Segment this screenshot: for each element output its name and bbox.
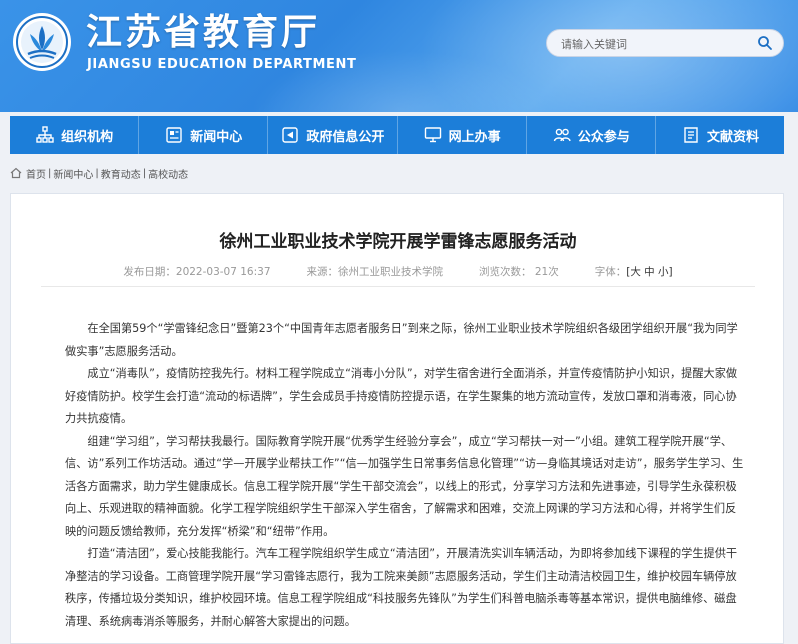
breadcrumb-home[interactable]: 首页 bbox=[26, 166, 46, 181]
article-body: 在全国第59个“学雷锋纪念日”暨第23个“中国青年志愿者服务日”到来之际，徐州工… bbox=[65, 318, 745, 633]
article-paragraph: 成立“消毒队”，疫情防控我先行。材料工程学院成立“消毒小分队”，对学生宿舍进行全… bbox=[65, 367, 738, 425]
site-subtitle: JIANGSU EDUCATION DEPARTMENT bbox=[87, 57, 357, 72]
font-size-control: 字体：[大 中 小] bbox=[595, 264, 673, 279]
breadcrumb: 首页 | 新闻中心 | 教育动态 | 高校动态 bbox=[10, 164, 188, 182]
article-paragraph: 在全国第59个“学雷锋纪念日”暨第23个“中国青年志愿者服务日”到来之际，徐州工… bbox=[65, 322, 738, 358]
search-input[interactable] bbox=[561, 34, 741, 54]
org-chart-icon bbox=[36, 126, 54, 143]
search-icon[interactable] bbox=[757, 35, 773, 51]
site-title: 江苏省教育厅 bbox=[86, 11, 321, 53]
nav-item-organization[interactable]: 组织机构 bbox=[10, 116, 140, 154]
site-banner: 江苏省教育厅 JIANGSU EDUCATION DEPARTMENT bbox=[0, 0, 798, 112]
documents-icon bbox=[684, 127, 698, 143]
home-icon bbox=[10, 167, 22, 179]
breadcrumb-edu-news[interactable]: 教育动态 bbox=[101, 166, 141, 181]
nav-label: 组织机构 bbox=[61, 129, 114, 145]
view-count: 浏览次数： 21次 bbox=[479, 266, 559, 278]
breadcrumb-separator: | bbox=[48, 167, 52, 179]
article-paragraph: 组建“学习组”，学习帮扶我最行。国际教育学院开展“优秀学生经验分享会”，成立“学… bbox=[65, 434, 744, 538]
search-box bbox=[546, 29, 784, 57]
nav-item-documents[interactable]: 文献资料 bbox=[656, 116, 784, 154]
nav-label: 新闻中心 bbox=[190, 129, 243, 145]
font-size-label: 字体： bbox=[594, 266, 627, 278]
publish-date: 发布日期：2022-03-07 16:37 bbox=[123, 266, 271, 278]
breadcrumb-news[interactable]: 新闻中心 bbox=[53, 166, 93, 181]
info-open-icon bbox=[282, 127, 299, 143]
article-meta: 发布日期：2022-03-07 16:37 来源：徐州工业职业技术学院 浏览次数… bbox=[41, 257, 755, 287]
breadcrumb-separator: | bbox=[142, 167, 147, 179]
article-paragraph: 打造“清洁团”，爱心技能我能行。汽车工程学院组织学生成立“清洁团”，开展清洗实训… bbox=[65, 547, 738, 628]
nav-item-online-service[interactable]: 网上办事 bbox=[398, 116, 527, 154]
breadcrumb-separator: | bbox=[95, 167, 99, 179]
nav-item-participation[interactable]: 公众参与 bbox=[527, 116, 656, 154]
breadcrumb-university-news[interactable]: 高校动态 bbox=[148, 166, 188, 181]
nav-label: 网上办事 bbox=[448, 129, 501, 145]
font-size-options[interactable]: [大 中 小] bbox=[626, 266, 672, 278]
article-panel: 徐州工业职业技术学院开展学雷锋志愿服务活动 发布日期：2022-03-07 16… bbox=[10, 193, 784, 644]
nav-label: 文献资料 bbox=[706, 129, 759, 145]
department-logo-icon[interactable] bbox=[12, 12, 72, 72]
nav-label: 公众参与 bbox=[577, 129, 630, 145]
article-title: 徐州工业职业技术学院开展学雷锋志愿服务活动 bbox=[219, 232, 577, 252]
nav-item-news[interactable]: 新闻中心 bbox=[139, 116, 269, 154]
nav-label: 政府信息公开 bbox=[306, 129, 385, 145]
nav-item-info-open[interactable]: 政府信息公开 bbox=[268, 116, 398, 154]
participation-icon bbox=[553, 128, 571, 142]
article-source: 来源：徐州工业职业技术学院 bbox=[306, 266, 444, 278]
online-service-icon bbox=[424, 127, 441, 143]
news-icon bbox=[166, 127, 182, 143]
main-nav: 组织机构 新闻中心 政府信息公开 网上办事 公众参与 文献资料 bbox=[10, 116, 784, 154]
